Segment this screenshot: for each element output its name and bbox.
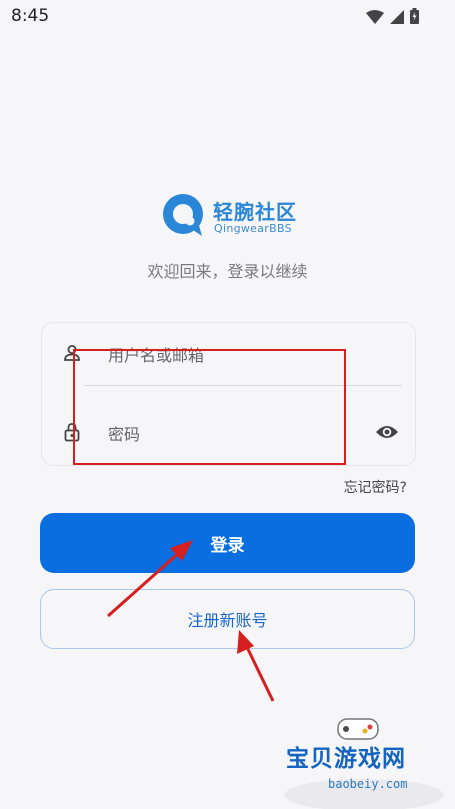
welcome-text: 欢迎回来，登录以继续 (147, 262, 308, 281)
register-button[interactable]: 注册新账号 (40, 589, 415, 649)
status-bar: 8:45 (0, 0, 455, 34)
chat-bubble-logo-icon (163, 194, 203, 236)
app-subtitle: QingwearBBS (214, 222, 292, 235)
forgot-password-link[interactable]: 忘记密码? (344, 477, 407, 497)
signal-icon (390, 9, 404, 28)
wifi-icon (366, 9, 384, 28)
battery-icon (410, 8, 419, 28)
status-time: 8:45 (11, 6, 50, 26)
login-button[interactable]: 登录 (40, 513, 415, 573)
watermark-url: baobeiy.com (328, 777, 408, 791)
status-icons (366, 8, 419, 28)
watermark: 宝贝游戏网 baobeiy.com (278, 715, 450, 809)
watermark-text: 宝贝游戏网 (286, 746, 406, 772)
app-logo: 轻腕社区 QingwearBBS (160, 192, 300, 244)
show-password-eye-icon[interactable] (375, 422, 399, 442)
app-name: 轻腕社区 (213, 200, 297, 224)
annotation-highlight-box (73, 349, 346, 465)
